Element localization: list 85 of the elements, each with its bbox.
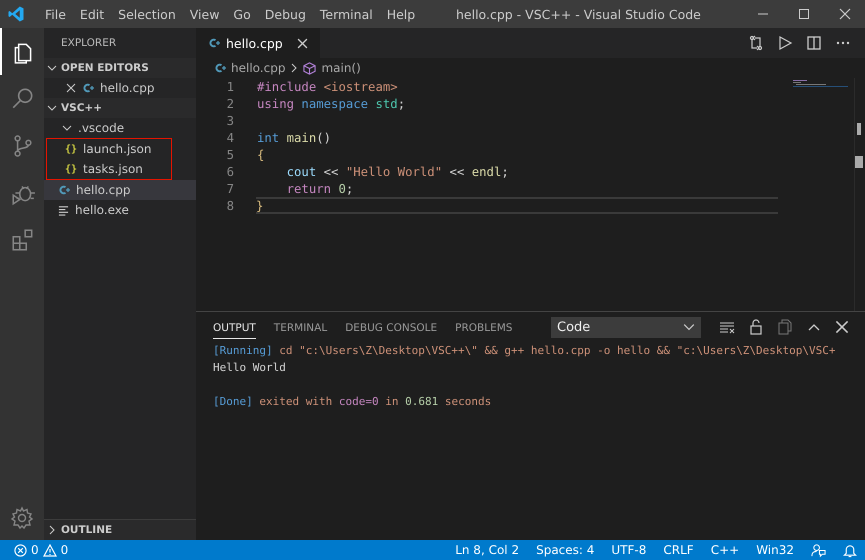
maximize-icon[interactable] bbox=[798, 8, 810, 20]
error-icon bbox=[14, 544, 27, 556]
output-line: [Done] exited with code=0 in 0.681 seconds bbox=[213, 395, 492, 408]
section-header[interactable]: OPEN EDITORS bbox=[44, 58, 196, 78]
output-channel-dropdown[interactable]: Code bbox=[551, 316, 701, 338]
folder-name[interactable]: .vscode bbox=[78, 121, 124, 135]
scrollbar-marker bbox=[857, 123, 861, 135]
cpp-file-icon bbox=[214, 62, 226, 74]
cpp-file-icon bbox=[58, 184, 70, 196]
menu-item[interactable]: File bbox=[38, 6, 73, 22]
cube-icon bbox=[303, 62, 316, 74]
scrollbar-marker bbox=[855, 156, 863, 168]
bell-icon[interactable] bbox=[843, 542, 857, 558]
warning-icon bbox=[42, 544, 57, 556]
line-number: 8 bbox=[226, 198, 234, 212]
cpp-file-icon bbox=[208, 37, 220, 49]
file-name[interactable]: launch.json bbox=[83, 142, 152, 156]
section-header[interactable]: VSC++ bbox=[44, 98, 196, 118]
line-number: 4 bbox=[226, 130, 234, 144]
run-icon[interactable] bbox=[777, 35, 793, 51]
section-title: VSC++ bbox=[61, 102, 102, 114]
copy-icon[interactable] bbox=[777, 319, 793, 335]
close-icon[interactable] bbox=[66, 83, 76, 93]
breadcrumb-item[interactable]: hello.cpp bbox=[231, 61, 286, 75]
menu-item[interactable]: Debug bbox=[258, 6, 313, 22]
section-title: OUTLINE bbox=[61, 524, 112, 536]
sidebar-title: EXPLORER bbox=[60, 36, 118, 51]
settings-icon[interactable] bbox=[10, 506, 34, 530]
output-line: Hello World bbox=[213, 361, 286, 374]
menu-item[interactable]: Help bbox=[380, 6, 422, 22]
feedback-icon[interactable] bbox=[811, 542, 826, 558]
status-item[interactable]: UTF-8 bbox=[611, 543, 646, 557]
close-icon[interactable] bbox=[839, 8, 851, 20]
code-line: int main() bbox=[257, 130, 332, 144]
status-item[interactable]: C++ bbox=[710, 543, 740, 557]
line-number: 2 bbox=[226, 96, 234, 110]
panel-tab[interactable]: DEBUG CONSOLE bbox=[345, 316, 438, 338]
section-title: OPEN EDITORS bbox=[61, 62, 149, 74]
status-item[interactable]: CRLF bbox=[663, 543, 694, 557]
split-editor-icon[interactable] bbox=[806, 35, 822, 51]
panel-tab[interactable]: OUTPUT bbox=[213, 316, 256, 338]
line-number: 1 bbox=[226, 80, 234, 94]
panel-tab[interactable]: PROBLEMS bbox=[455, 316, 512, 338]
panel-tab[interactable]: TERMINAL bbox=[274, 316, 328, 338]
compare-changes-icon[interactable] bbox=[748, 35, 764, 51]
chevron-down-icon bbox=[47, 63, 57, 73]
chevron-right-icon bbox=[47, 525, 57, 535]
file-name[interactable]: tasks.json bbox=[83, 162, 143, 176]
editor-tab[interactable]: hello.cpp bbox=[196, 28, 320, 58]
minimap-drawing bbox=[793, 78, 851, 87]
unlocked-icon[interactable] bbox=[748, 319, 764, 335]
file-name[interactable]: hello.cpp bbox=[100, 81, 154, 95]
status-item[interactable]: Spaces: 4 bbox=[536, 543, 594, 557]
code-line: #include <iostream> bbox=[257, 80, 398, 94]
json-file-icon: {} bbox=[65, 144, 78, 154]
text-file-icon bbox=[58, 204, 69, 216]
code-line: using namespace std; bbox=[257, 96, 406, 110]
status-item[interactable]: Win32 bbox=[756, 543, 794, 557]
code-line: } bbox=[256, 198, 264, 212]
menu-item[interactable]: Terminal bbox=[312, 6, 380, 22]
line-number: 3 bbox=[226, 114, 234, 128]
code-line: cout << "Hello World" << endl; bbox=[286, 164, 509, 178]
menu-item[interactable]: Edit bbox=[72, 6, 112, 22]
status-item[interactable]: Ln 8, Col 2 bbox=[455, 543, 520, 557]
json-file-icon: {} bbox=[65, 164, 78, 174]
code-line: return 0; bbox=[286, 182, 354, 196]
menu-item[interactable]: Go bbox=[226, 6, 258, 22]
code-line: { bbox=[257, 148, 264, 162]
menu-item[interactable]: Selection bbox=[111, 6, 183, 22]
file-name[interactable]: hello.exe bbox=[75, 203, 129, 217]
line-number: 6 bbox=[226, 164, 234, 178]
close-icon[interactable] bbox=[835, 320, 849, 334]
line-number: 7 bbox=[226, 182, 234, 196]
close-icon[interactable] bbox=[296, 38, 308, 48]
error-count[interactable]: 0 bbox=[31, 543, 39, 557]
menu-item[interactable]: View bbox=[182, 6, 226, 22]
window-title: hello.cpp - VSC++ - Visual Studio Code bbox=[456, 7, 701, 22]
output-line: [Running] cd "c:\Users\Z\Desktop\VSC++\" && g++ hello.cpp -o hello && "c:\Users\Z\Desktop\VSC+ bbox=[213, 344, 836, 357]
warning-count[interactable]: 0 bbox=[60, 543, 68, 557]
cpp-file-icon bbox=[82, 82, 94, 94]
chevron-right-icon bbox=[290, 63, 298, 73]
app-logo-icon bbox=[7, 5, 25, 23]
section-header[interactable]: OUTLINE bbox=[44, 519, 196, 540]
breadcrumb-item[interactable]: main() bbox=[321, 61, 361, 75]
line-number: 5 bbox=[226, 148, 234, 162]
